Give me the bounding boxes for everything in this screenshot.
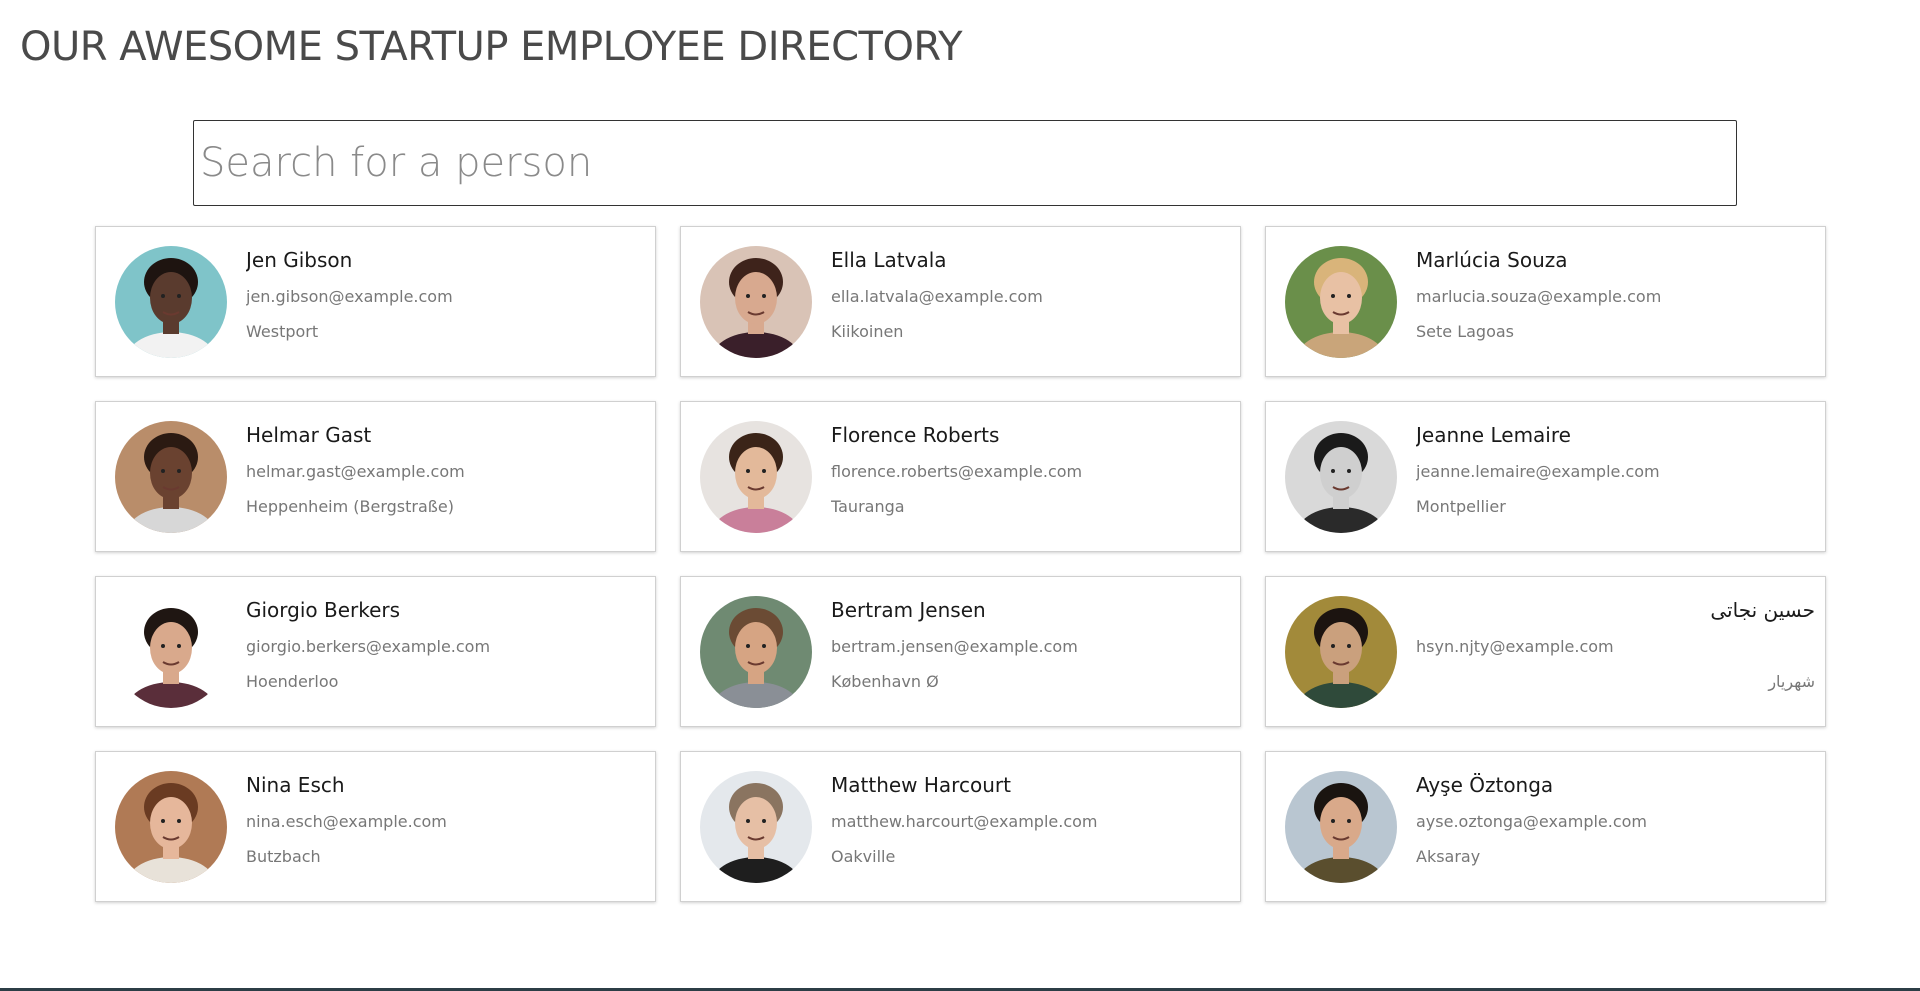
employee-photo [115, 771, 227, 883]
employee-info: حسين نجاتی hsyn.njty@example.com شهریار [1416, 597, 1815, 692]
employee-email: helmar.gast@example.com [246, 462, 465, 481]
search-input[interactable] [193, 120, 1737, 206]
employee-name: Helmar Gast [246, 423, 372, 447]
employee-card[interactable]: Giorgio Berkers giorgio.berkers@example.c… [95, 576, 656, 727]
employee-email: ella.latvala@example.com [831, 287, 1043, 306]
employee-photo [1285, 421, 1397, 533]
employee-email: nina.esch@example.com [246, 812, 447, 831]
employee-card[interactable]: Jeanne Lemaire jeanne.lemaire@example.com… [1265, 401, 1826, 552]
employee-card[interactable]: Ella Latvala ella.latvala@example.com Kiik… [680, 226, 1241, 377]
employee-photo [1285, 246, 1397, 358]
employee-card[interactable]: Matthew Harcourt matthew.harcourt@example… [680, 751, 1241, 902]
employee-photo [115, 246, 227, 358]
employee-city: Aksaray [1416, 847, 1481, 866]
employee-email: ayse.oztonga@example.com [1416, 812, 1648, 831]
employee-card[interactable]: Helmar Gast helmar.gast@example.com Heppen… [95, 401, 656, 552]
employee-card[interactable]: حسين نجاتی hsyn.njty@example.com شهریار [1265, 576, 1826, 727]
employee-email: jen.gibson@example.com [246, 287, 453, 306]
employee-city: Hoenderloo [246, 672, 339, 691]
employee-name: Matthew Harcourt [831, 773, 1011, 797]
employee-name: Bertram Jensen [831, 598, 986, 622]
employee-photo [700, 246, 812, 358]
employee-info: Helmar Gast helmar.gast@example.com Heppen… [246, 422, 645, 517]
employee-email: bertram.jensen@example.com [831, 637, 1078, 656]
employee-email: matthew.harcourt@example.com [831, 812, 1098, 831]
employee-email: hsyn.njty@example.com [1416, 637, 1614, 656]
employee-card[interactable]: Florence Roberts florence.roberts@example… [680, 401, 1241, 552]
employee-card[interactable]: Bertram Jensen bertram.jensen@example.com… [680, 576, 1241, 727]
employee-info: Giorgio Berkers giorgio.berkers@example.c… [246, 597, 645, 692]
employee-info: Marlúcia Souza marlucia.souza@example.com… [1416, 247, 1815, 342]
employee-name: Nina Esch [246, 773, 345, 797]
employee-name: Florence Roberts [831, 423, 1000, 447]
employee-name: Giorgio Berkers [246, 598, 401, 622]
employee-card[interactable]: Ayşe Öztonga ayse.oztonga@example.com Aksa… [1265, 751, 1826, 902]
employee-city: Heppenheim (Bergstraße) [246, 497, 454, 516]
employee-city: شهریار [1768, 672, 1815, 691]
employee-city: København Ø [831, 672, 939, 691]
employee-city: Kiikoinen [831, 322, 904, 341]
employee-email: marlucia.souza@example.com [1416, 287, 1662, 306]
employee-card[interactable]: Jen Gibson jen.gibson@example.com Westport [95, 226, 656, 377]
employee-photo [115, 596, 227, 708]
employee-card[interactable]: Marlúcia Souza marlucia.souza@example.com… [1265, 226, 1826, 377]
employee-email: jeanne.lemaire@example.com [1416, 462, 1660, 481]
employee-name: Ayşe Öztonga [1416, 773, 1554, 797]
employee-photo [115, 421, 227, 533]
employee-grid: Jen Gibson jen.gibson@example.com Westport… [95, 226, 1826, 902]
employee-city: Westport [246, 322, 319, 341]
employee-email: florence.roberts@example.com [831, 462, 1083, 481]
employee-name: Marlúcia Souza [1416, 248, 1568, 272]
employee-city: Tauranga [831, 497, 905, 516]
employee-info: Nina Esch nina.esch@example.com Butzbach [246, 772, 645, 867]
employee-name: Ella Latvala [831, 248, 947, 272]
employee-info: Jen Gibson jen.gibson@example.com Westport [246, 247, 645, 342]
employee-email: giorgio.berkers@example.com [246, 637, 491, 656]
employee-city: Sete Lagoas [1416, 322, 1515, 341]
employee-city: Butzbach [246, 847, 321, 866]
employee-photo [1285, 596, 1397, 708]
employee-name: Jen Gibson [246, 248, 353, 272]
employee-info: Ella Latvala ella.latvala@example.com Kiik… [831, 247, 1230, 342]
employee-city: Oakville [831, 847, 896, 866]
employee-info: Bertram Jensen bertram.jensen@example.com… [831, 597, 1230, 692]
employee-photo [700, 771, 812, 883]
employee-name: حسين نجاتی [1710, 598, 1815, 622]
employee-info: Florence Roberts florence.roberts@example… [831, 422, 1230, 517]
employee-photo [1285, 771, 1397, 883]
employee-city: Montpellier [1416, 497, 1506, 516]
employee-photo [700, 421, 812, 533]
employee-info: Matthew Harcourt matthew.harcourt@example… [831, 772, 1230, 867]
employee-photo [700, 596, 812, 708]
employee-card[interactable]: Nina Esch nina.esch@example.com Butzbach [95, 751, 656, 902]
employee-info: Jeanne Lemaire jeanne.lemaire@example.com… [1416, 422, 1815, 517]
page-title: OUR AWESOME STARTUP EMPLOYEE DIRECTORY [20, 24, 963, 70]
employee-info: Ayşe Öztonga ayse.oztonga@example.com Aksa… [1416, 772, 1815, 867]
employee-name: Jeanne Lemaire [1416, 423, 1571, 447]
